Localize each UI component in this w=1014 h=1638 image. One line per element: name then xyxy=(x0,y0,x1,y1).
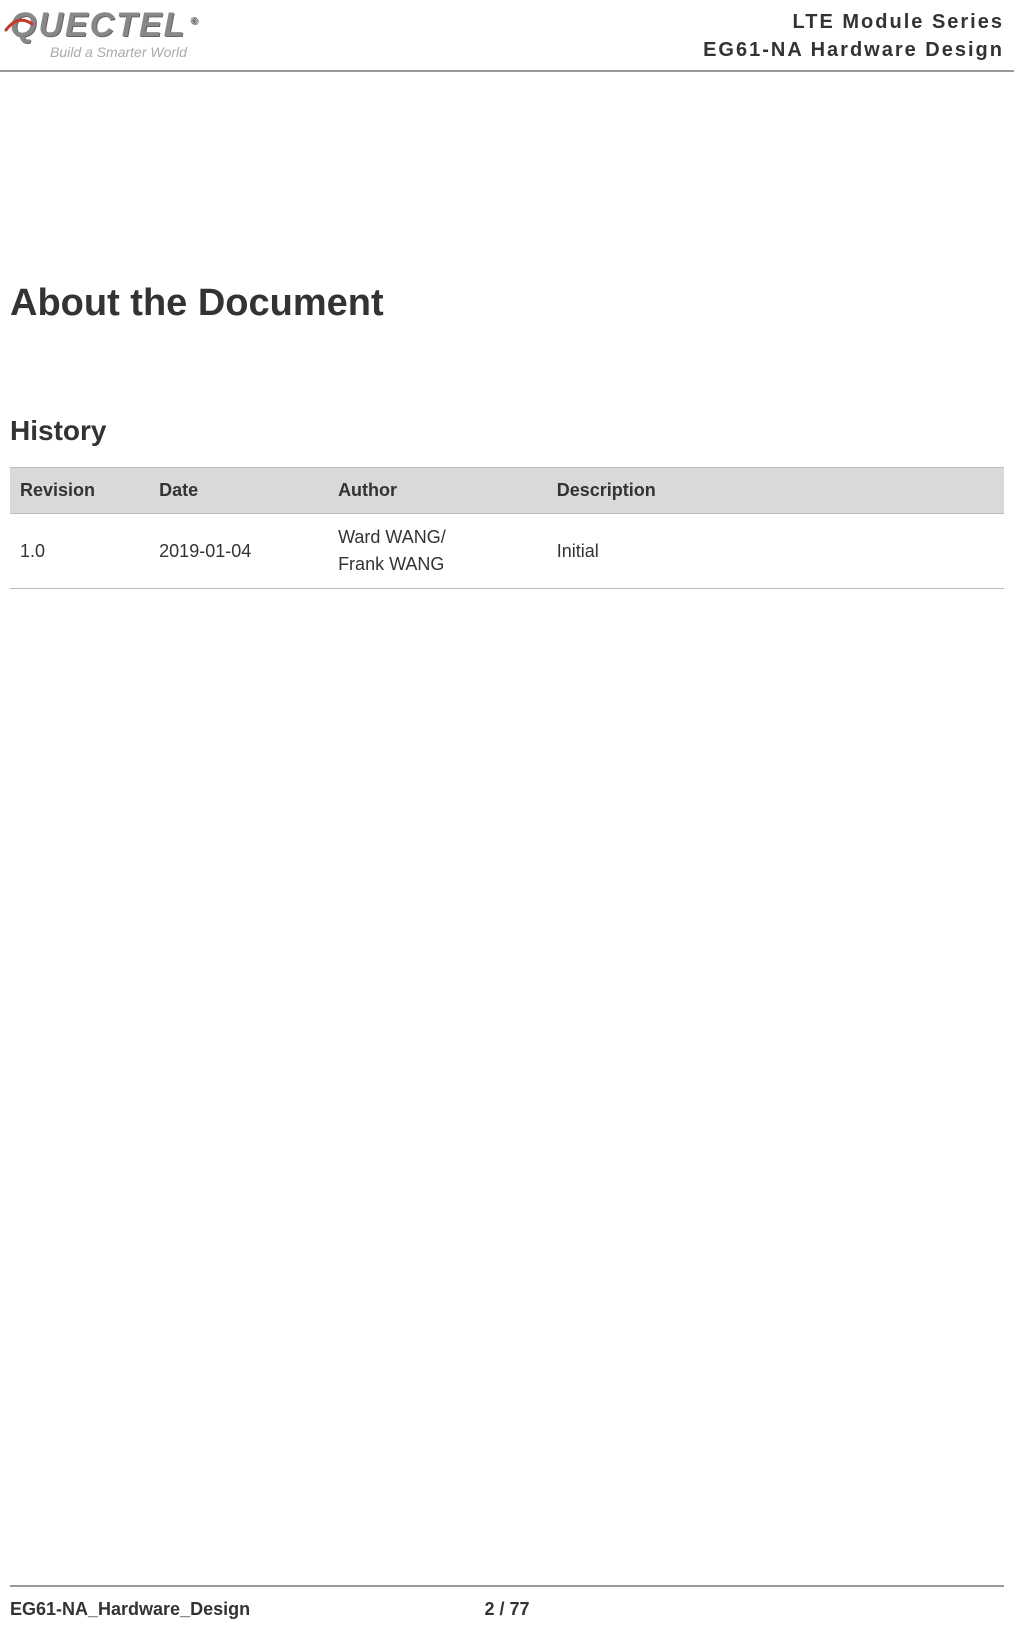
history-heading: History xyxy=(10,415,1004,447)
col-header-author: Author xyxy=(328,468,547,514)
table-header-row: Revision Date Author Description xyxy=(10,468,1004,514)
logo-tagline: Build a Smarter World xyxy=(50,44,187,60)
cell-author: Ward WANG/ Frank WANG xyxy=(328,514,547,589)
logo-block: QUECTEL ® Build a Smarter World xyxy=(10,8,200,60)
page-header: QUECTEL ® Build a Smarter World LTE Modul… xyxy=(0,0,1014,72)
product-line: EG61-NA Hardware Design xyxy=(703,36,1004,64)
logo-text: QUECTEL xyxy=(10,6,186,44)
registered-mark: ® xyxy=(190,16,199,27)
table-row: 1.0 2019-01-04 Ward WANG/ Frank WANG Ini… xyxy=(10,514,1004,589)
series-line: LTE Module Series xyxy=(703,8,1004,36)
col-header-description: Description xyxy=(547,468,1004,514)
cell-description: Initial xyxy=(547,514,1004,589)
col-header-date: Date xyxy=(149,468,328,514)
footer-page-number: 2 / 77 xyxy=(484,1599,529,1620)
logo: QUECTEL ® xyxy=(10,8,200,42)
footer-doc-name: EG61-NA_Hardware_Design xyxy=(10,1599,250,1620)
page-title: About the Document xyxy=(10,282,1004,325)
history-table: Revision Date Author Description 1.0 201… xyxy=(10,467,1004,589)
header-right: LTE Module Series EG61-NA Hardware Desig… xyxy=(703,8,1004,64)
content-area: About the Document History Revision Date… xyxy=(0,282,1014,589)
page-footer: EG61-NA_Hardware_Design 2 / 77 xyxy=(10,1585,1004,1620)
cell-revision: 1.0 xyxy=(10,514,149,589)
logo-swoosh-icon xyxy=(4,12,34,34)
col-header-revision: Revision xyxy=(10,468,149,514)
cell-date: 2019-01-04 xyxy=(149,514,328,589)
